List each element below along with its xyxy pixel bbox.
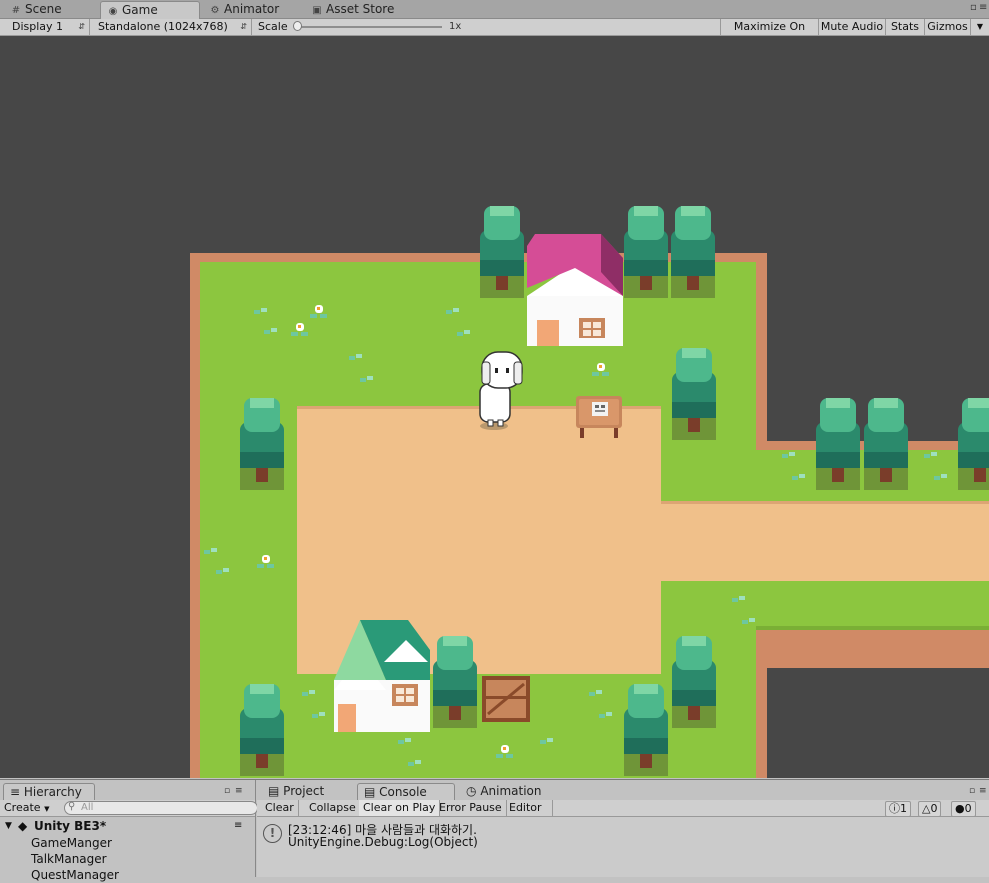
editor-dropdown[interactable]: Editor ▼ bbox=[505, 800, 553, 829]
tab-label: Asset Store bbox=[326, 2, 395, 16]
log-count: 1 bbox=[900, 802, 907, 815]
tab-label: Console bbox=[379, 785, 427, 799]
list-icon: ≡ bbox=[10, 785, 21, 799]
stats-button[interactable]: Stats bbox=[885, 19, 924, 35]
tab-label: Animator bbox=[224, 2, 280, 16]
tab-project[interactable]: ▤ Project bbox=[262, 783, 330, 799]
hierarchy-search-input[interactable]: All bbox=[64, 801, 258, 815]
lock-icon[interactable]: ▫ bbox=[970, 2, 977, 13]
hierarchy-item-gamemanager[interactable]: GameManger bbox=[31, 835, 112, 851]
display-value: Display 1 bbox=[12, 20, 64, 33]
hierarchy-toolbar: Create ▼ All ⚲ bbox=[0, 800, 258, 817]
folder-icon: ▤ bbox=[268, 784, 280, 798]
console-icon: ▤ bbox=[364, 785, 376, 799]
hierarchy-item-questmanager[interactable]: QuestManager bbox=[31, 867, 119, 883]
game-toolbar: Display 1 ⇵ Standalone (1024x768) ⇵ Scale … bbox=[0, 19, 989, 49]
tab-label: Animation bbox=[480, 784, 542, 798]
search-placeholder: All bbox=[81, 802, 94, 813]
tab-asset-store[interactable]: ▣ Asset Store bbox=[305, 1, 400, 18]
tab-hierarchy[interactable]: ≡ Hierarchy bbox=[3, 783, 95, 800]
error-count-toggle[interactable]: ●0 bbox=[951, 801, 976, 817]
warning-count-toggle[interactable]: △0 bbox=[918, 801, 942, 817]
shopping-bag-icon: ▣ bbox=[312, 5, 322, 16]
scale-slider-track[interactable] bbox=[296, 26, 442, 28]
collapse-button[interactable]: Collapse bbox=[305, 800, 361, 816]
dropdown-arrow-icon: ⇵ bbox=[240, 22, 247, 31]
warning-count: 0 bbox=[930, 802, 938, 815]
bottom-panels: ≡ Hierarchy ▫ ≡ Create ▼ All ⚲ ▼ ◆ Unity… bbox=[0, 779, 989, 882]
tab-animation[interactable]: ◷ Animation bbox=[460, 783, 548, 799]
create-button[interactable]: Create ▼ bbox=[4, 800, 49, 817]
info-icon: ⓘ bbox=[889, 802, 900, 815]
tab-game[interactable]: ◉ Game bbox=[100, 1, 200, 19]
console-log-list[interactable]: ! [23:12:46] 마을 사람들과 대화하기. UnityEngine.D… bbox=[257, 817, 989, 877]
editor-label: Editor bbox=[509, 801, 542, 814]
tab-label: Scene bbox=[25, 2, 62, 16]
tab-console[interactable]: ▤ Console bbox=[357, 783, 455, 800]
resolution-value: Standalone (1024x768) bbox=[98, 20, 228, 33]
dropdown-arrow-icon: ⇵ bbox=[78, 22, 85, 31]
hierarchy-panel: ≡ Hierarchy ▫ ≡ Create ▼ All ⚲ ▼ ◆ Unity… bbox=[0, 780, 258, 882]
search-icon: ⚲ bbox=[68, 801, 76, 812]
tab-label: Project bbox=[283, 784, 325, 798]
log-count-toggle[interactable]: ⓘ1 bbox=[885, 801, 911, 817]
lock-icon[interactable]: ▫ bbox=[969, 786, 975, 796]
error-icon: ● bbox=[955, 802, 965, 815]
error-pause-button[interactable]: Error Pause bbox=[435, 800, 507, 816]
info-icon: ! bbox=[263, 824, 282, 843]
maximize-on-play-button[interactable]: Maximize On Play bbox=[720, 19, 818, 49]
unity-scene-icon: ◆ bbox=[18, 819, 28, 833]
lock-icon[interactable]: ▫ bbox=[224, 786, 230, 796]
window-tab-bar: # Scene ◉ Game ⚙ Animator ▣ Asset Store ▫ ≡ bbox=[0, 0, 989, 19]
panel-menu-icon[interactable]: ≡ bbox=[235, 786, 243, 796]
tab-label: Hierarchy bbox=[23, 785, 82, 799]
window-menu-icon[interactable]: ≡ bbox=[979, 2, 987, 13]
create-label: Create bbox=[4, 801, 41, 814]
game-view[interactable] bbox=[0, 36, 989, 778]
clear-button[interactable]: Clear bbox=[261, 800, 299, 816]
tab-animator[interactable]: ⚙ Animator bbox=[203, 1, 285, 18]
console-panel: ▤ Project ▤ Console ◷ Animation ▫ ≡ Clea… bbox=[257, 780, 989, 877]
error-count: 0 bbox=[964, 802, 972, 815]
display-dropdown[interactable]: Display 1 ⇵ bbox=[4, 19, 90, 35]
grid-icon: # bbox=[11, 5, 21, 16]
gizmos-dropdown-arrow-icon[interactable]: ▼ bbox=[970, 19, 989, 35]
clock-icon: ◷ bbox=[466, 784, 477, 798]
tab-label: Game bbox=[122, 3, 158, 17]
expand-arrow-icon[interactable]: ▼ bbox=[5, 818, 12, 834]
hierarchy-item-talkmanager[interactable]: TalkManager bbox=[31, 851, 107, 867]
mute-audio-button[interactable]: Mute Audio bbox=[818, 19, 885, 35]
game-map bbox=[190, 206, 989, 778]
animator-icon: ⚙ bbox=[210, 5, 220, 16]
scene-root-row[interactable]: ▼ ◆ Unity BE3* ≡ bbox=[0, 818, 255, 834]
panel-menu-icon[interactable]: ≡ bbox=[979, 786, 987, 796]
gizmos-button[interactable]: Gizmos bbox=[924, 19, 970, 35]
console-toolbar: Clear Collapse Clear on Play Error Pause… bbox=[257, 800, 989, 829]
scene-menu-icon[interactable]: ≡ bbox=[234, 818, 242, 834]
log-entry-trace[interactable]: UnityEngine.Debug:Log(Object) bbox=[288, 835, 478, 849]
scale-label: Scale bbox=[258, 20, 288, 33]
tab-scene[interactable]: # Scene bbox=[4, 1, 68, 18]
game-controller-icon: ◉ bbox=[108, 6, 118, 17]
scale-slider-handle[interactable] bbox=[293, 21, 302, 31]
resolution-dropdown[interactable]: Standalone (1024x768) ⇵ bbox=[90, 19, 252, 35]
dropdown-arrow-icon: ▼ bbox=[44, 805, 50, 813]
scene-name: Unity BE3* bbox=[34, 819, 107, 833]
clear-on-play-button[interactable]: Clear on Play bbox=[359, 800, 441, 816]
scale-value: 1x bbox=[449, 21, 462, 32]
